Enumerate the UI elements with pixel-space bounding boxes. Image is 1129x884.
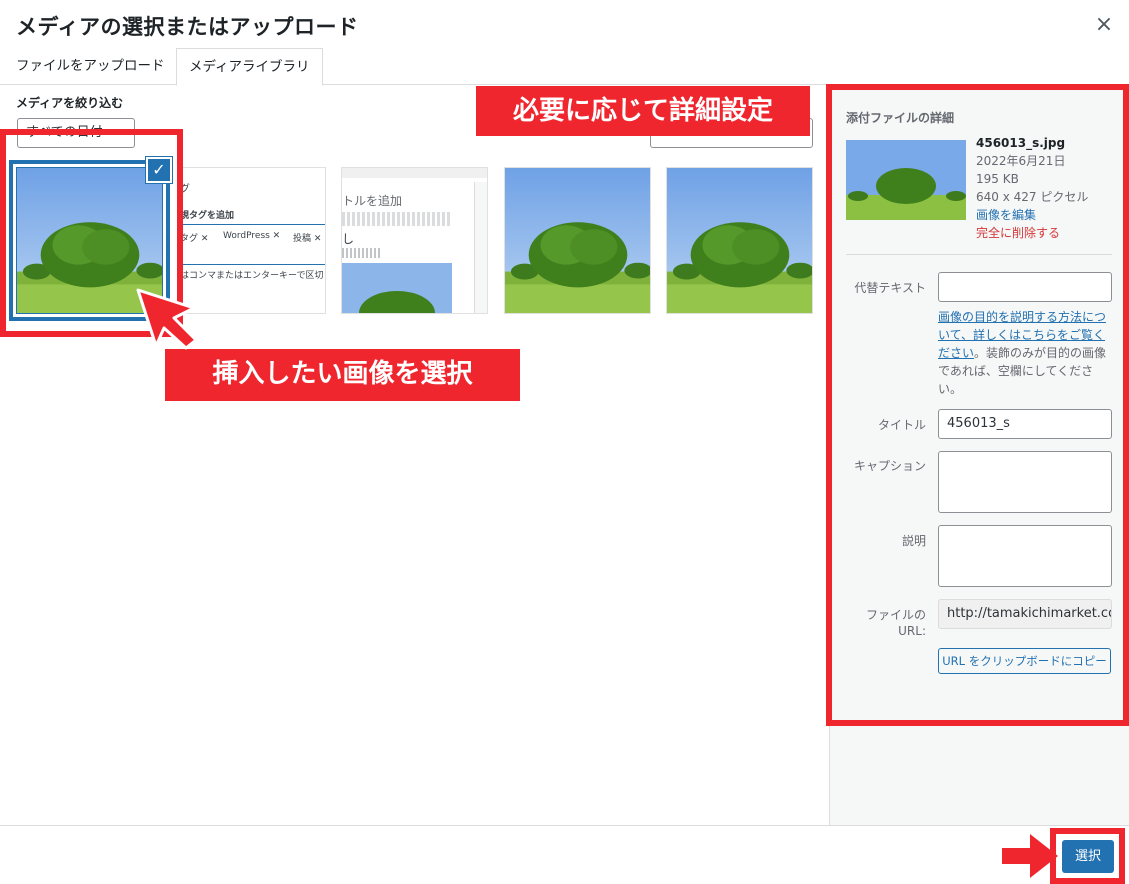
shot-editor-title: トルを追加	[342, 194, 403, 208]
shot-hint: はコンマまたはエンターキーで区切りま	[180, 271, 326, 281]
shot-editor-body: し	[342, 232, 355, 246]
close-icon[interactable]: ×	[1093, 14, 1115, 36]
tree-photo	[505, 168, 650, 313]
arrow-right-icon	[1002, 834, 1058, 878]
tree-photo	[667, 168, 812, 313]
media-modal: メディアの選択またはアップロード × ファイルをアップロード メディアライブラリ…	[0, 0, 1129, 884]
callout-details: 必要に応じて詳細設定	[476, 86, 810, 136]
shot-tag-3: 投稿 ✕	[293, 234, 322, 244]
tab-media-library[interactable]: メディアライブラリ	[176, 48, 323, 86]
filter-label: メディアを絞り込む	[16, 96, 124, 110]
attachment-thumb-4[interactable]	[504, 167, 651, 314]
arrow-pointer-icon	[136, 288, 198, 350]
shot-tree-photo	[342, 263, 452, 313]
modal-title: メディアの選択またはアップロード	[16, 15, 359, 39]
annotation-box-select	[1050, 828, 1125, 884]
shot-tag-2: WordPress ✕	[223, 231, 281, 241]
media-toolbar	[0, 825, 1129, 884]
attachment-thumb-2[interactable]: グ 規タグを追加 タグ ✕ WordPress ✕ 投稿 ✕ はコンマまたはエン…	[179, 167, 326, 314]
shot-tag-1: タグ ✕	[180, 234, 209, 244]
tab-bar: ファイルをアップロード メディアライブラリ	[0, 48, 1129, 86]
callout-select-image: 挿入したい画像を選択	[165, 349, 520, 401]
tab-upload[interactable]: ファイルをアップロード	[4, 48, 177, 85]
attachment-thumb-3[interactable]: トルを追加 し	[341, 167, 488, 314]
annotation-box-details	[826, 84, 1129, 726]
shot-add-tag: 規タグを追加	[180, 211, 235, 221]
attachment-thumb-5[interactable]	[666, 167, 813, 314]
